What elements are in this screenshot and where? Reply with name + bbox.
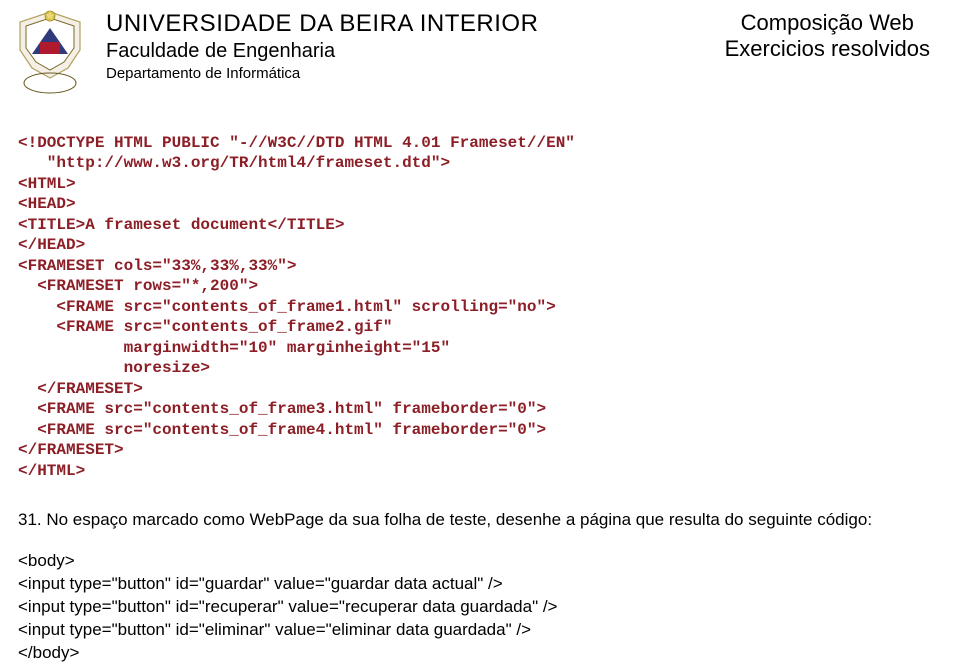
code-line: "http://www.w3.org/TR/html4/frameset.dtd…: [18, 154, 450, 172]
code-line: <FRAMESET cols="33%,33%,33%">: [18, 257, 296, 275]
code-line: </FRAMESET>: [18, 441, 124, 459]
faculty-name: Faculdade de Engenharia: [106, 40, 538, 63]
code-line: <FRAME src="contents_of_frame1.html" scr…: [18, 298, 556, 316]
code-line: <FRAME src="contents_of_frame4.html" fra…: [18, 421, 546, 439]
html-code-block: <!DOCTYPE HTML PUBLIC "-//W3C//DTD HTML …: [18, 133, 960, 481]
code-line: <FRAMESET rows="*,200">: [18, 277, 258, 295]
code-line: </FRAMESET>: [18, 380, 143, 398]
department-name: Departamento de Informática: [106, 65, 538, 82]
page-header: UNIVERSIDADE DA BEIRA INTERIOR Faculdade…: [0, 0, 960, 98]
code-line: </HTML>: [18, 462, 85, 480]
university-name: UNIVERSIDADE DA BEIRA INTERIOR: [106, 10, 538, 38]
code-line: <HTML>: [18, 175, 76, 193]
code-line: noresize>: [18, 359, 210, 377]
answer-snippet: <body> <input type="button" id="guardar"…: [18, 550, 942, 665]
code-line: <FRAME src="contents_of_frame3.html" fra…: [18, 400, 546, 418]
question-31: 31. No espaço marcado como WebPage da su…: [18, 509, 942, 532]
doc-title-line1: Composição Web: [725, 10, 930, 36]
doc-title-line2: Exercicios resolvidos: [725, 36, 930, 62]
university-logo: [10, 8, 90, 98]
header-left: UNIVERSIDADE DA BEIRA INTERIOR Faculdade…: [90, 8, 538, 98]
snippet-line: </body>: [18, 643, 79, 662]
code-line: <HEAD>: [18, 195, 76, 213]
code-line: <!DOCTYPE HTML PUBLIC "-//W3C//DTD HTML …: [18, 134, 575, 152]
code-line: <FRAME src="contents_of_frame2.gif": [18, 318, 392, 336]
code-line: marginwidth="10" marginheight="15": [18, 339, 450, 357]
snippet-line: <input type="button" id="eliminar" value…: [18, 620, 531, 639]
snippet-line: <input type="button" id="guardar" value=…: [18, 574, 503, 593]
header-right: Composição Web Exercicios resolvidos: [725, 8, 950, 98]
snippet-line: <body>: [18, 551, 75, 570]
code-line: <TITLE>A frameset document</TITLE>: [18, 216, 344, 234]
snippet-line: <input type="button" id="recuperar" valu…: [18, 597, 557, 616]
code-line: </HEAD>: [18, 236, 85, 254]
